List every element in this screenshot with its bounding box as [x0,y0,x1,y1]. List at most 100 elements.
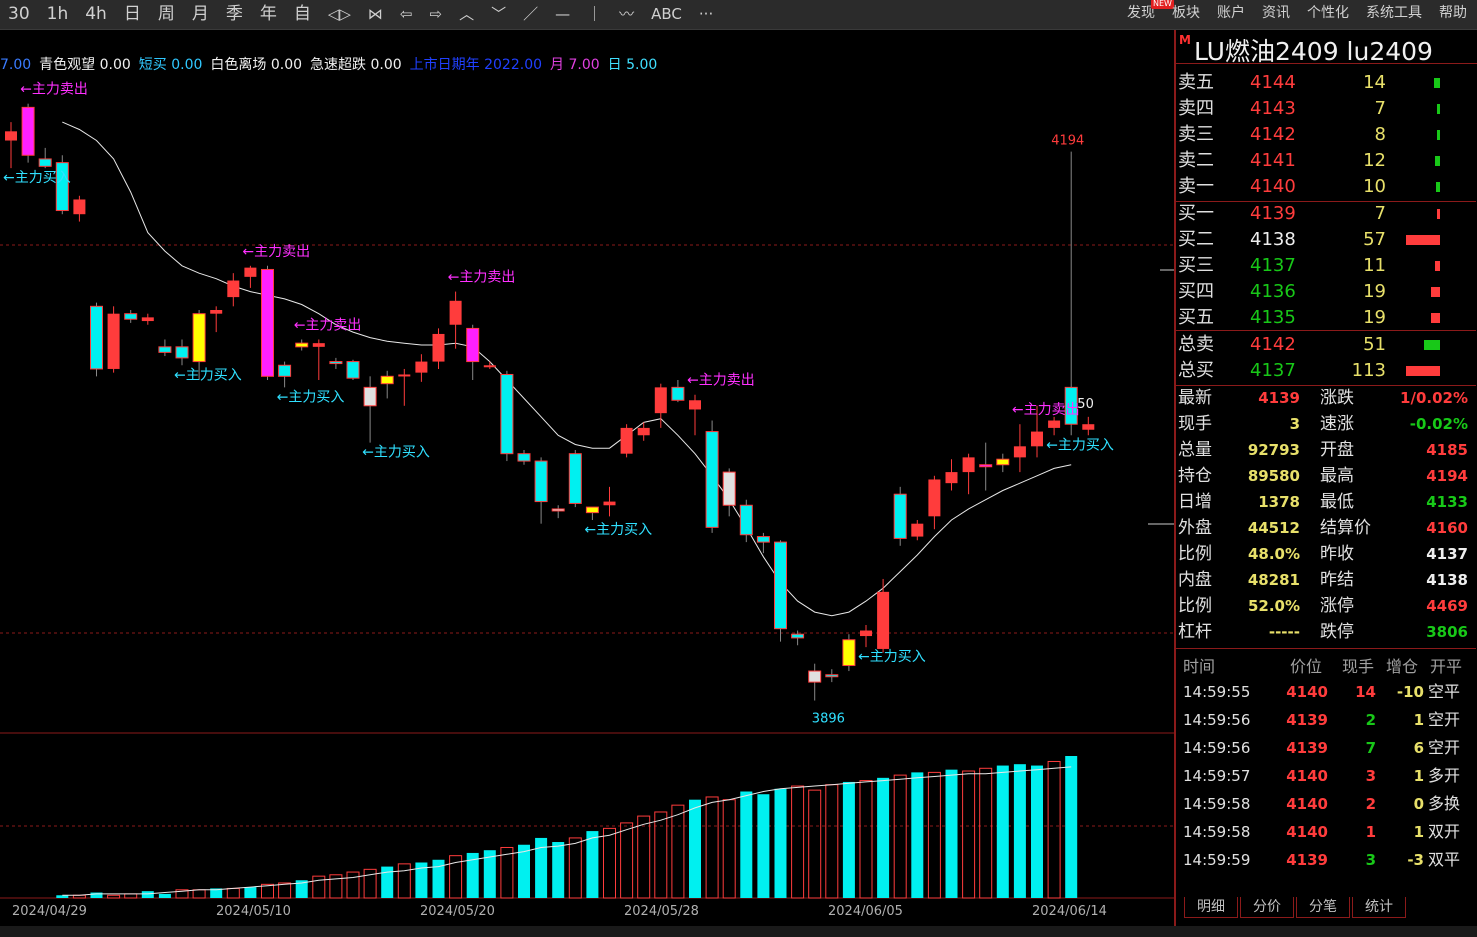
menu-3[interactable]: 资讯 [1262,2,1290,22]
candle [107,306,120,373]
signal-annotation-buy: ←主力买入 [1046,437,1114,453]
ob-volume: 7 [1374,98,1386,119]
period-2-button[interactable]: 4h [85,0,107,29]
tab-3[interactable]: 统计 [1352,897,1406,918]
drawing-tool-1-button[interactable]: ⋈ [368,0,383,29]
drawing-tool-3-button[interactable]: ⇨ [429,0,442,29]
ask-row-1[interactable]: 卖五 4144 14 [1176,70,1476,96]
period-7-button[interactable]: 年 [260,0,277,29]
ob-volume-bar [1437,209,1440,219]
trade-type: 空开 [1428,738,1461,757]
ask-row-2[interactable]: 卖四 4143 7 [1176,96,1476,122]
trade-type: 双平 [1428,850,1461,869]
period-6-button[interactable]: 季 [226,0,243,29]
menu-5[interactable]: 系统工具 [1366,2,1422,22]
ask-row-4[interactable]: 卖二 4141 12 [1176,148,1476,174]
period-5-button[interactable]: 月 [192,0,209,29]
period-4-button[interactable]: 周 [158,0,175,29]
ob-price: 4137 [1250,255,1296,276]
bid-row-2[interactable]: 买二 4138 57 [1176,227,1476,253]
volume-bar [962,770,976,899]
stat-label: 涨跌 [1320,388,1354,408]
drawing-tool-7-button[interactable]: — [555,0,570,29]
trade-volume: 14 [1355,683,1376,701]
ob-price: 4143 [1250,98,1296,119]
candle-body [210,310,223,314]
stat-row: 比例 52.0% 涨停 4469 [1176,593,1476,619]
menu-2[interactable]: 账户 [1217,2,1245,22]
trade-row: 14:59:58 4140 2 0 多换 [1176,790,1476,818]
candle-body [466,327,480,363]
tab-0[interactable]: 明细 [1184,897,1238,918]
bid-row-3[interactable]: 买三 4137 11 [1176,253,1476,279]
stat-label: 昨结 [1320,570,1354,590]
volume-bar [791,785,805,899]
drawing-tool-8-button[interactable]: ｜ [587,0,602,29]
top-toolbar: 30 1h 4h 日周月季年自 ◁▷ ⋈ ⇦ ⇨ ︿ ﹀ ／ — ｜ 〰 ABC ··· 发现 NEW 板块 账户资… [0,0,1477,30]
candle [996,453,1010,473]
candle-body [363,386,377,407]
trade-volume: 3 [1365,767,1376,785]
period-1-button[interactable]: 1h [47,0,69,29]
bid-row-4[interactable]: 买四 4136 19 [1176,279,1476,305]
ask-row-3[interactable]: 卖三 4142 8 [1176,122,1476,148]
period-0-button[interactable]: 30 [8,0,30,29]
drawing-tool-5-button[interactable]: ﹀ [491,0,506,29]
candle-body [842,639,856,667]
trade-price: 4140 [1286,683,1328,701]
total-row-1[interactable]: 总卖 4142 51 [1176,332,1476,358]
ob-label: 总买 [1178,360,1214,381]
stat-row: 持仓 89580 最高 4194 [1176,463,1476,489]
kline-chart[interactable]: ←主力卖出 ←主力买入 ←主力卖出 ←主力卖出 ←主力买入 ←主力买入 ←主力买入 ←主力卖出… [0,30,1174,926]
trade-time: 14:59:59 [1183,851,1251,869]
bid-row-1[interactable]: 买一 4139 7 [1176,201,1476,227]
trade-position-change: 1 [1413,767,1424,785]
drawing-tool-11-button[interactable]: ··· [699,0,713,29]
drawing-tool-2-button[interactable]: ⇦ [400,0,413,29]
trade-time: 14:59:56 [1183,739,1251,757]
bid-row-5[interactable]: 买五 4135 19 [1176,305,1476,331]
tab-1[interactable]: 分价 [1240,897,1294,918]
menu-0[interactable]: 发现 NEW [1127,0,1174,22]
candle-body [227,280,240,298]
period-8-button[interactable]: 自 [294,0,311,29]
candle-body [654,387,667,414]
menu-4[interactable]: 个性化 [1307,2,1349,22]
trade-time: 14:59:58 [1183,795,1251,813]
tab-2[interactable]: 分笔 [1296,897,1350,918]
trade-position-change: 0 [1413,795,1424,813]
instrument-title[interactable]: LU燃油2409 lu2409 [1194,32,1433,68]
ob-volume-bar [1437,130,1440,140]
trade-position-change: 1 [1413,711,1424,729]
stat-label: 外盘 [1178,518,1212,538]
total-row-2[interactable]: 总买 4137 113 [1176,358,1476,384]
stat-value: 4137 [1426,545,1468,563]
candle-body [979,464,993,468]
candle-body [568,453,582,504]
stat-value: 4469 [1426,597,1468,615]
ask-row-5[interactable]: 卖一 4140 10 [1176,174,1476,200]
candle [860,625,872,648]
drawing-tool-4-button[interactable]: ︿ [459,0,474,29]
candle-body [1082,424,1095,430]
candle-body [1031,431,1043,447]
stat-value: ----- [1268,623,1300,641]
candle-body [893,493,907,539]
trade-time: 14:59:57 [1183,767,1251,785]
stat-value: 92793 [1247,441,1300,459]
candle [141,313,154,325]
stat-value: 48.0% [1247,545,1300,563]
period-3-button[interactable]: 日 [124,0,141,29]
stat-value: 3806 [1426,623,1468,641]
drawing-tool-9-button[interactable]: 〰 [619,0,634,29]
drawing-tool-10-button[interactable]: ABC [651,0,682,29]
menu-6[interactable]: 帮助 [1439,2,1467,22]
ob-volume-bar [1435,156,1440,166]
ob-volume: 8 [1374,124,1386,145]
stat-label: 比例 [1178,596,1212,616]
volume-bar [927,771,941,899]
candle-body [637,427,650,436]
drawing-tool-6-button[interactable]: ／ [523,0,538,29]
menu-1[interactable]: 板块 [1172,2,1200,22]
drawing-tool-0-button[interactable]: ◁▷ [328,0,351,29]
